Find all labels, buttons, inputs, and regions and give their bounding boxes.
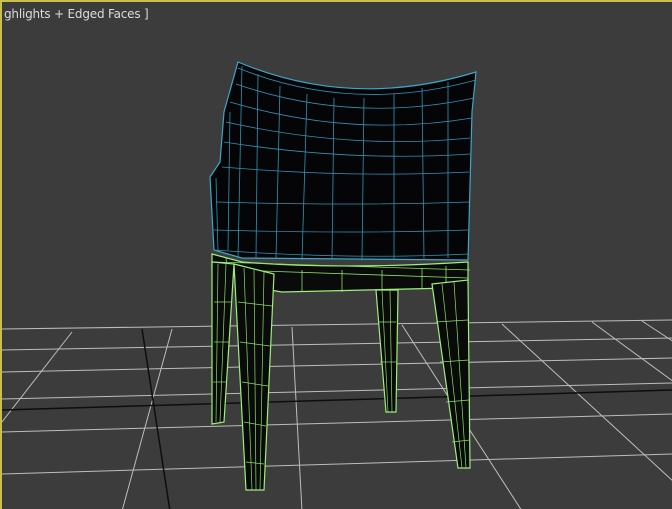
grid-center-lines xyxy=(2,328,672,509)
scene-canvas[interactable] xyxy=(2,2,672,509)
home-grid xyxy=(2,319,672,509)
chair-backrest[interactable] xyxy=(209,61,477,261)
perspective-viewport[interactable]: ghlights + Edged Faces ] xyxy=(0,0,672,509)
chair-base[interactable] xyxy=(211,253,471,491)
viewport-label[interactable]: ghlights + Edged Faces ] xyxy=(4,7,149,21)
